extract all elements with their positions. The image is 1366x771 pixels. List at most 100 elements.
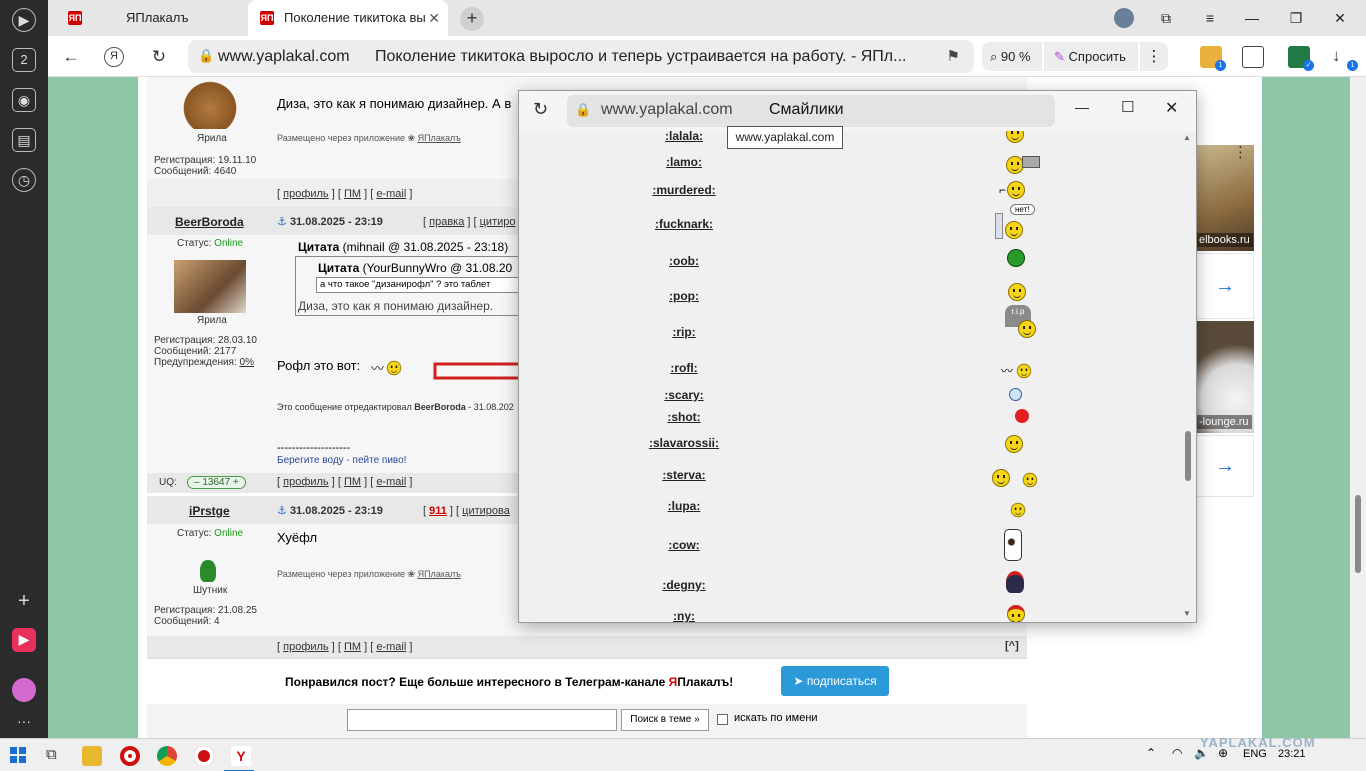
subscribe-button[interactable]: ➤ подписаться	[781, 666, 889, 696]
yandex-browser-icon[interactable]: Y	[231, 746, 251, 766]
smiley-pop-icon[interactable]	[1008, 283, 1026, 301]
smiley-rofl-icon[interactable]	[1016, 363, 1032, 379]
translate-icon[interactable]	[1242, 46, 1264, 68]
add-icon[interactable]: +	[12, 590, 36, 614]
zoom-button[interactable]: ⌕ 90 %	[982, 42, 1042, 71]
extension-icon[interactable]: 1	[1200, 46, 1226, 71]
profile-avatar[interactable]	[1114, 8, 1134, 28]
address-bar[interactable]: 🔒 www.yaplakal.com Поколение тикитока вы…	[188, 40, 974, 73]
smiley-degny-icon[interactable]	[1006, 571, 1024, 593]
smiley-code-murdered[interactable]: :murdered:	[519, 183, 849, 197]
ad-domain[interactable]: elbooks.ru	[1196, 233, 1253, 247]
karma-count[interactable]: 911	[429, 505, 447, 517]
play-icon[interactable]: ▶	[12, 8, 36, 32]
windows-start-icon[interactable]	[10, 747, 26, 763]
smiley-shot-icon[interactable]	[1015, 409, 1029, 423]
tray-chevron-icon[interactable]: ⌃	[1146, 746, 1156, 760]
smiley-code-cow[interactable]: :cow:	[519, 538, 849, 552]
opera-icon[interactable]	[120, 746, 140, 766]
alice-icon[interactable]	[12, 678, 36, 702]
scroll-down-icon[interactable]: ▼	[1183, 609, 1191, 618]
smiley-slavarossii-icon[interactable]	[1005, 435, 1023, 453]
minimize-icon[interactable]: —	[1075, 99, 1089, 115]
minimize-icon[interactable]: —	[1232, 0, 1272, 36]
smiley-code-fucknark[interactable]: :fucknark:	[519, 217, 849, 231]
app-link[interactable]: ЯПлакалъ	[418, 133, 461, 143]
tab-active-thread[interactable]: ЯП Поколение тикитока вы ✕	[248, 0, 448, 36]
smiley-sterva2-icon[interactable]	[1022, 472, 1038, 488]
back-icon[interactable]: ←	[58, 44, 84, 70]
smiley-oob-icon[interactable]	[1007, 249, 1025, 267]
yandex-icon[interactable]: Я	[104, 47, 124, 67]
quote-link[interactable]: цитиро	[480, 216, 516, 228]
smiley-sterva-icon[interactable]	[992, 469, 1010, 487]
smiley-code-oob[interactable]: :oob:	[519, 254, 849, 268]
new-tab-button[interactable]: +	[460, 7, 484, 31]
history-icon[interactable]: ◷	[12, 168, 36, 192]
quote-link[interactable]: цитирова	[462, 505, 510, 517]
ask-alice-button[interactable]: ✎ Спросить	[1044, 42, 1138, 71]
close-tab-icon[interactable]: ✕	[428, 0, 440, 36]
smiley-rip-icon[interactable]	[1018, 320, 1036, 338]
video-app-icon[interactable]: ▶	[12, 628, 36, 652]
file-explorer-icon[interactable]	[82, 746, 102, 766]
page-scrollbar[interactable]	[1350, 77, 1366, 738]
menu-icon[interactable]: ≡	[1190, 0, 1230, 36]
search-by-name-checkbox[interactable]	[717, 714, 728, 725]
tab-yaplakal[interactable]: ЯП ЯПлакалъ	[56, 0, 248, 36]
smiley-lupa-icon[interactable]	[1010, 502, 1026, 518]
smiley-code-sterva[interactable]: :sterva:	[519, 468, 849, 482]
scroll-up-icon[interactable]: ▲	[1183, 133, 1191, 142]
ad-arrow-icon[interactable]: →	[1196, 435, 1254, 497]
post-author[interactable]: BeerBoroda	[175, 215, 244, 229]
smiley-code-rip[interactable]: :rip:	[519, 325, 849, 339]
bookmarks-panel-icon[interactable]: ⧉	[1146, 0, 1186, 36]
smiley-code-shot[interactable]: :shot:	[519, 410, 849, 424]
profile-link[interactable]: профиль	[283, 641, 329, 653]
smiley-code-rofl[interactable]: :rofl:	[519, 361, 849, 375]
excel-extension-icon[interactable]: ✓	[1288, 46, 1314, 71]
restore-icon[interactable]: ❐	[1276, 0, 1316, 36]
smiley-scary-icon[interactable]	[1009, 388, 1022, 401]
scroll-top-link[interactable]: [^]	[1005, 640, 1019, 652]
search-input[interactable]	[347, 709, 617, 731]
collections-icon[interactable]: ▤	[12, 128, 36, 152]
ad-menu-icon[interactable]: ⋮	[1233, 143, 1248, 161]
search-thread-button[interactable]: Поиск в теме »	[621, 709, 709, 731]
task-view-icon[interactable]: ⧉	[46, 746, 57, 763]
edit-link[interactable]: правка	[429, 216, 464, 228]
pm-link[interactable]: ПМ	[344, 641, 361, 653]
smiley-murdered-icon[interactable]	[1007, 181, 1025, 199]
smiley-code-slavarossii[interactable]: :slavarossii:	[519, 436, 849, 450]
opera-gx-icon[interactable]	[194, 746, 214, 766]
post-author[interactable]: iPrstge	[189, 504, 230, 518]
profile-link[interactable]: профиль	[283, 188, 329, 200]
downloads-icon[interactable]: ↓ 1	[1332, 46, 1358, 71]
maximize-icon[interactable]: ☐	[1121, 98, 1134, 116]
smiley-ny-icon[interactable]	[1007, 605, 1025, 622]
pm-link[interactable]: ПМ	[344, 476, 361, 488]
smiley-code-ny[interactable]: :ny:	[519, 609, 849, 622]
chrome-icon[interactable]	[157, 746, 177, 766]
profile-link[interactable]: профиль	[283, 476, 329, 488]
smiley-cow-icon[interactable]	[1004, 529, 1022, 561]
reload-icon[interactable]: ↻	[146, 44, 172, 70]
bookmark-icon[interactable]: ⚑	[947, 47, 960, 65]
close-icon[interactable]: ✕	[1165, 98, 1178, 118]
close-window-icon[interactable]: ✕	[1320, 0, 1360, 36]
smiley-code-lupa[interactable]: :lupa:	[519, 499, 849, 513]
email-link[interactable]: e-mail	[376, 188, 406, 200]
app-link[interactable]: ЯПлакалъ	[418, 569, 461, 579]
smiley-code-degny[interactable]: :degny:	[519, 578, 849, 592]
tabs-counter-icon[interactable]: 2	[12, 48, 36, 72]
camera-icon[interactable]: ◉	[12, 88, 36, 112]
smiley-fucknark-icon[interactable]	[1005, 221, 1023, 239]
email-link[interactable]: e-mail	[376, 641, 406, 653]
more-icon[interactable]: ···	[12, 710, 36, 734]
wifi-icon[interactable]: ◠	[1172, 746, 1182, 760]
email-link[interactable]: e-mail	[376, 476, 406, 488]
popup-scrollbar[interactable]: ▲ ▼	[1180, 131, 1196, 622]
popup-address-bar[interactable]: 🔒 www.yaplakal.com Смайлики	[567, 95, 1055, 127]
smiley-code-pop[interactable]: :pop:	[519, 289, 849, 303]
more-options-icon[interactable]: ⋮	[1140, 42, 1168, 71]
